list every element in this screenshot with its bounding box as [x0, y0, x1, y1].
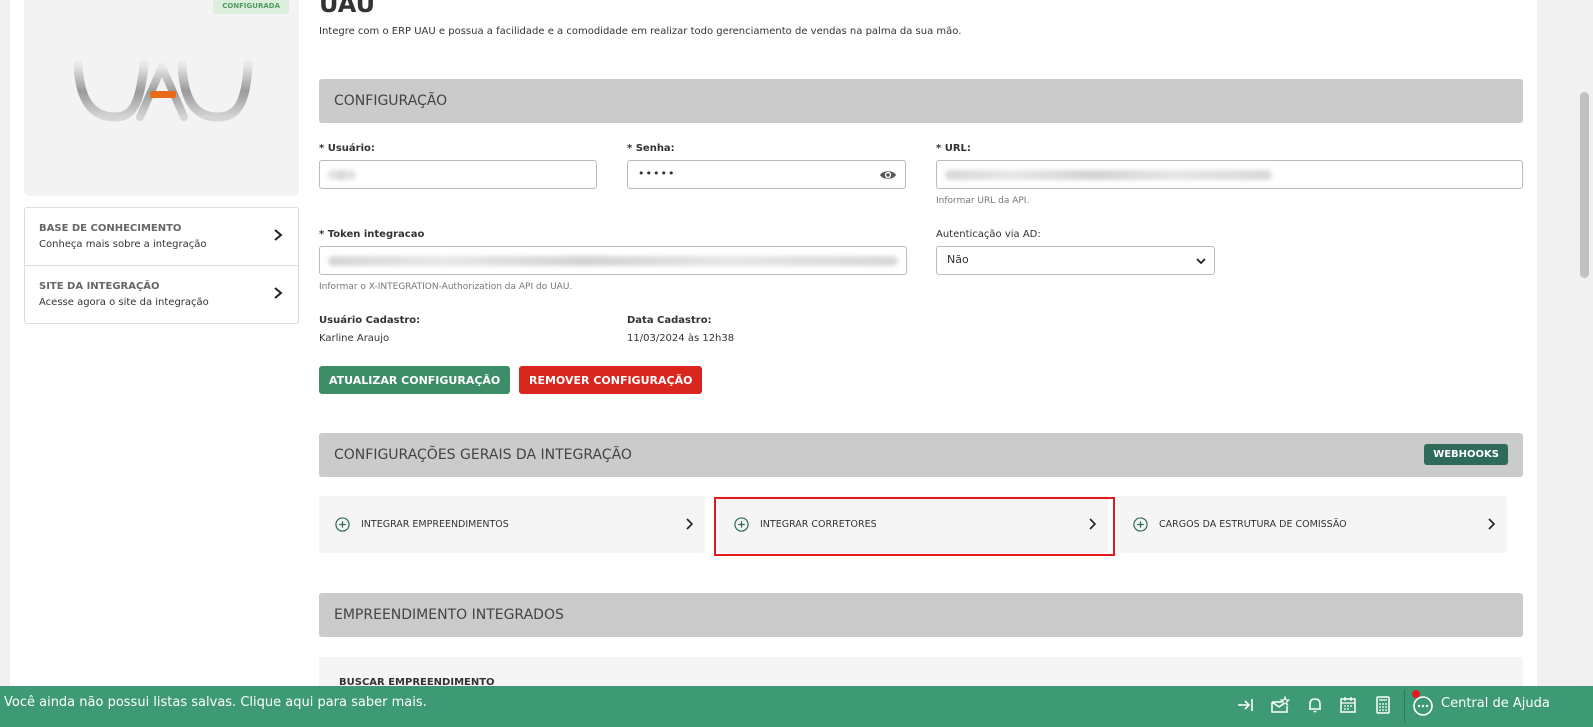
chat-icon	[1413, 696, 1433, 716]
chevron-right-icon	[274, 229, 283, 241]
blurred-value	[328, 256, 898, 266]
data-cadastro-label: Data Cadastro:	[627, 315, 712, 326]
usuario-cadastro-label: Usuário Cadastro:	[319, 315, 421, 326]
section-configuracao: CONFIGURAÇÃO	[319, 79, 1523, 123]
scrollbar-thumb[interactable]	[1580, 92, 1589, 278]
plus-circle-icon	[335, 517, 350, 532]
link-subtitle: Conheça mais sobre a integração	[39, 239, 207, 250]
bell-icon[interactable]	[1305, 695, 1325, 715]
mail-star-icon[interactable]	[1270, 695, 1290, 715]
page: CONFIGURADA BASE DE CONHECIMENTO Conheça…	[10, 0, 1537, 727]
url-helper: Informar URL da API.	[936, 196, 1030, 206]
section-title: CONFIGURAÇÃO	[334, 93, 448, 109]
sidebar-links: BASE DE CONHECIMENTO Conheça mais sobre …	[24, 207, 299, 324]
usuario-label: * Usuário:	[319, 143, 375, 154]
calculator-icon[interactable]	[1373, 695, 1393, 715]
uau-logo	[73, 60, 253, 122]
token-helper: Informar o X-INTEGRATION-Authorization d…	[319, 282, 573, 292]
integration-logo-card: CONFIGURADA	[24, 0, 299, 196]
chevron-right-icon	[1488, 518, 1495, 530]
link-title: SITE DA INTEGRAÇÃO	[39, 281, 160, 292]
chevron-right-icon	[686, 518, 693, 530]
link-subtitle: Acesse agora o site da integração	[39, 297, 209, 308]
token-label: * Token integracao	[319, 229, 425, 240]
update-config-button[interactable]: ATUALIZAR CONFIGURAÇÃO	[319, 366, 511, 394]
notification-dot	[1412, 690, 1420, 698]
status-badge: CONFIGURADA	[213, 0, 289, 14]
chevron-right-icon	[274, 287, 283, 299]
calendar-icon[interactable]	[1338, 695, 1358, 715]
link-title: BASE DE CONHECIMENTO	[39, 223, 182, 234]
senha-label: * Senha:	[627, 143, 675, 154]
collapse-icon[interactable]	[1236, 695, 1256, 715]
card-label: INTEGRAR EMPREENDIMENTOS	[361, 519, 509, 530]
bottom-bar: Você ainda não possui listas salvas. Cli…	[0, 686, 1593, 727]
highlight-box	[714, 497, 1115, 556]
page-title: UAU	[319, 0, 376, 18]
sidebar-link-knowledge-base[interactable]: BASE DE CONHECIMENTO Conheça mais sobre …	[25, 208, 298, 266]
section-title: CONFIGURAÇÕES GERAIS DA INTEGRAÇÃO	[334, 447, 632, 463]
eye-icon[interactable]	[879, 168, 897, 182]
card-label: CARGOS DA ESTRUTURA DE COMISSÃO	[1159, 519, 1347, 530]
plus-circle-icon	[1133, 517, 1148, 532]
blurred-value	[328, 170, 356, 180]
senha-value: •••••	[638, 167, 676, 180]
section-empreendimentos: EMPREENDIMENTO INTEGRADOS	[319, 593, 1523, 637]
url-label: * URL:	[936, 143, 971, 154]
remove-config-button[interactable]: REMOVER CONFIGURAÇÃO	[519, 366, 703, 394]
toolbar-divider	[1404, 690, 1405, 723]
senha-input[interactable]: •••••	[627, 160, 906, 189]
help-center-label: Central de Ajuda	[1441, 696, 1550, 711]
cargos-estrutura-comissao-card[interactable]: CARGOS DA ESTRUTURA DE COMISSÃO	[1117, 496, 1507, 553]
section-title: EMPREENDIMENTO INTEGRADOS	[334, 607, 564, 623]
webhooks-button[interactable]: WEBHOOKS	[1424, 444, 1508, 465]
data-cadastro-value: 11/03/2024 às 12h38	[627, 333, 735, 344]
usuario-cadastro-value: Karline Araujo	[319, 333, 390, 344]
sidebar-link-integration-site[interactable]: SITE DA INTEGRAÇÃO Acesse agora o site d…	[25, 266, 298, 324]
ad-select[interactable]: Não	[936, 246, 1215, 275]
ad-label: Autenticação via AD:	[936, 229, 1041, 240]
scrollbar[interactable]	[1576, 0, 1593, 697]
url-input[interactable]	[936, 160, 1523, 189]
token-input[interactable]	[319, 246, 907, 275]
usuario-input[interactable]	[319, 160, 597, 189]
blurred-value	[945, 170, 1272, 180]
ad-selected-value: Não	[947, 253, 969, 266]
integrar-empreendimentos-card[interactable]: INTEGRAR EMPREENDIMENTOS	[319, 496, 705, 553]
page-subtitle: Integre com o ERP UAU e possua a facilid…	[319, 26, 962, 37]
saved-lists-message[interactable]: Você ainda não possui listas salvas. Cli…	[4, 695, 427, 710]
section-configuracoes-gerais: CONFIGURAÇÕES GERAIS DA INTEGRAÇÃO WEBHO…	[319, 433, 1523, 477]
chevron-down-icon	[1196, 258, 1206, 265]
